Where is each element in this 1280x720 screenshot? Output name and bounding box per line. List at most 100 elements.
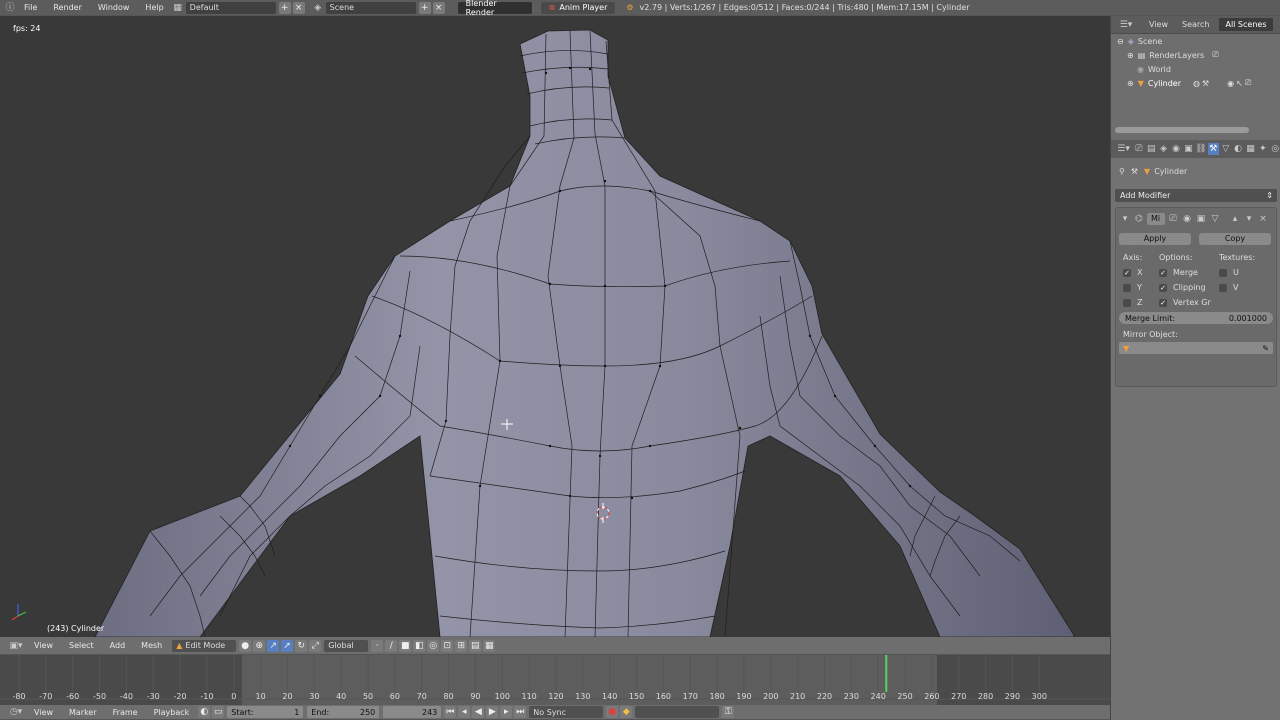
clipping-checkbox[interactable]: ✓ Clipping: [1159, 280, 1219, 295]
axis-z-checkbox[interactable]: Z: [1123, 295, 1159, 310]
scene-select[interactable]: Scene: [325, 1, 416, 14]
menu-select[interactable]: Select: [61, 641, 102, 650]
record-icon[interactable]: ●: [606, 706, 619, 718]
menu-mesh[interactable]: Mesh: [133, 641, 170, 650]
snap-icon[interactable]: ⊡: [441, 639, 454, 652]
renderlayers-tab-icon[interactable]: ▤: [1146, 143, 1157, 155]
jump-start-icon[interactable]: ⏮: [444, 706, 457, 718]
merge-limit-field[interactable]: Merge Limit: 0.001000: [1119, 312, 1273, 324]
vertex-groups-checkbox[interactable]: ✓ Vertex Gr: [1159, 295, 1219, 310]
realtime-toggle-icon[interactable]: ◉: [1181, 213, 1193, 225]
copy-button[interactable]: Copy: [1199, 232, 1271, 245]
sync-select[interactable]: No Sync: [529, 706, 604, 718]
edge-select-icon[interactable]: /: [385, 639, 398, 652]
menu-file[interactable]: File: [16, 3, 45, 12]
face-select-icon[interactable]: ■: [399, 639, 412, 652]
pivot-icon[interactable]: ⊕: [253, 639, 266, 652]
layout-icon[interactable]: ▦: [172, 2, 184, 14]
preview-range-icon[interactable]: ◐: [198, 706, 211, 718]
mirror-object-field[interactable]: ▼ ✎: [1119, 342, 1273, 354]
keying-set-field[interactable]: [635, 706, 720, 718]
world-tab-icon[interactable]: ◉: [1170, 143, 1181, 155]
menu-playback[interactable]: Playback: [146, 708, 198, 717]
editor-type-icon[interactable]: ◷▾: [6, 706, 26, 718]
play-reverse-icon[interactable]: ◀: [472, 706, 485, 718]
anim-player-button[interactable]: ⊗ Anim Player: [540, 1, 616, 14]
outliner-tab-view[interactable]: View: [1149, 20, 1168, 29]
snap-target-icon[interactable]: ⊞: [455, 639, 468, 652]
manipulator-icon[interactable]: ↗: [267, 639, 280, 652]
rotate-icon[interactable]: ↻: [295, 639, 308, 652]
layout-select[interactable]: Default: [185, 1, 276, 14]
axis-x-checkbox[interactable]: ✓ X: [1123, 265, 1159, 280]
select-arrow-icon[interactable]: ↖: [1236, 79, 1243, 88]
outliner-icon[interactable]: ☰▾: [1117, 19, 1135, 31]
render-tab-icon[interactable]: ⎚: [1133, 143, 1144, 155]
shading-icon[interactable]: ●: [239, 639, 252, 652]
add-modifier-select[interactable]: Add Modifier ⇕: [1115, 189, 1277, 202]
menu-add[interactable]: Add: [102, 641, 134, 650]
apply-button[interactable]: Apply: [1119, 232, 1191, 245]
data-tab-icon[interactable]: ▽: [1220, 143, 1231, 155]
start-frame-field[interactable]: Start: 1: [227, 706, 304, 718]
current-frame-field[interactable]: 243: [383, 706, 442, 718]
menu-render[interactable]: Render: [45, 3, 89, 12]
texture-u-checkbox[interactable]: U: [1219, 265, 1269, 280]
merge-checkbox[interactable]: ✓ Merge: [1159, 265, 1219, 280]
orientation-select[interactable]: Global: [324, 639, 369, 652]
outliner-scrollbar[interactable]: [1115, 127, 1249, 133]
material-tab-icon[interactable]: ◐: [1232, 143, 1243, 155]
end-frame-field[interactable]: End: 250: [307, 706, 380, 718]
properties-editor-icon[interactable]: ☰▾: [1115, 143, 1132, 155]
limit-visible-icon[interactable]: ◧: [413, 639, 426, 652]
scene-icon[interactable]: ◈: [312, 2, 324, 14]
texture-tab-icon[interactable]: ▦: [1245, 143, 1256, 155]
outliner-tab-search[interactable]: Search: [1182, 20, 1209, 29]
vertex-select-icon[interactable]: ·: [371, 639, 384, 652]
translate-icon[interactable]: ➚: [281, 639, 294, 652]
menu-view[interactable]: View: [26, 641, 61, 650]
object-tab-icon[interactable]: ▣: [1183, 143, 1194, 155]
pin-icon[interactable]: ⚲: [1119, 167, 1125, 176]
visibility-eye-icon[interactable]: ◉: [1227, 79, 1234, 88]
outliner-item-renderlayers[interactable]: ⊕ ▤ RenderLayers ⎚: [1111, 48, 1280, 62]
outliner-item-cylinder[interactable]: ⊕ ▼ Cylinder ◍ ⚒ ◉ ↖ ⎚: [1111, 76, 1280, 90]
scale-icon[interactable]: ⤢: [309, 639, 322, 652]
layers-icon[interactable]: ▦: [483, 639, 496, 652]
outliner[interactable]: ☰▾ View Search All Scenes ⊖ ◈ Scene ⊕ ▤ Rend…: [1111, 16, 1280, 140]
scene-tab-icon[interactable]: ◈: [1158, 143, 1169, 155]
menu-marker[interactable]: Marker: [61, 708, 105, 717]
3d-viewport[interactable]: fps: 24 (243) Cylinder: [0, 16, 1110, 637]
mode-select[interactable]: ▲ Edit Mode: [172, 639, 237, 652]
insert-key-icon[interactable]: ⚿: [722, 706, 735, 718]
menu-frame[interactable]: Frame: [105, 708, 146, 717]
info-editor-icon[interactable]: ⓘ: [4, 2, 16, 14]
physics-tab-icon[interactable]: ◎: [1270, 143, 1280, 155]
remove-layout-button[interactable]: ×: [292, 1, 305, 14]
eyedropper-icon[interactable]: ✎: [1262, 344, 1269, 353]
render-camera-icon[interactable]: ⎚: [1245, 78, 1251, 88]
menu-window[interactable]: Window: [90, 3, 138, 12]
remove-modifier-icon[interactable]: ×: [1257, 213, 1269, 225]
move-up-icon[interactable]: ▴: [1229, 213, 1241, 225]
outliner-item-scene[interactable]: ⊖ ◈ Scene: [1111, 34, 1280, 48]
texture-v-checkbox[interactable]: V: [1219, 280, 1269, 295]
move-down-icon[interactable]: ▾: [1243, 213, 1255, 225]
menu-help[interactable]: Help: [137, 3, 171, 12]
editor-type-icon[interactable]: ▣▾: [6, 640, 26, 652]
constraints-tab-icon[interactable]: ⛓: [1195, 143, 1206, 155]
editmode-toggle-icon[interactable]: ▣: [1195, 213, 1207, 225]
add-scene-button[interactable]: +: [418, 1, 431, 14]
outliner-item-world[interactable]: ◉ World: [1111, 62, 1280, 76]
timeline-editor[interactable]: -80 -70 -60 -50 -40 -30 -20 -10 0 10 20 30 40 50 60 70 8…: [0, 655, 1110, 705]
cage-toggle-icon[interactable]: ▽: [1209, 213, 1221, 225]
add-layout-button[interactable]: +: [278, 1, 291, 14]
next-key-icon[interactable]: ▸: [500, 706, 513, 718]
frame-range-icon[interactable]: ▭: [212, 706, 225, 718]
axis-y-checkbox[interactable]: Y: [1123, 280, 1159, 295]
play-icon[interactable]: ▶: [486, 706, 499, 718]
remove-scene-button[interactable]: ×: [432, 1, 445, 14]
particles-tab-icon[interactable]: ✦: [1257, 143, 1268, 155]
render-toggle-icon[interactable]: ⎚: [1167, 213, 1179, 225]
keying-set-icon[interactable]: ◆: [620, 706, 633, 718]
